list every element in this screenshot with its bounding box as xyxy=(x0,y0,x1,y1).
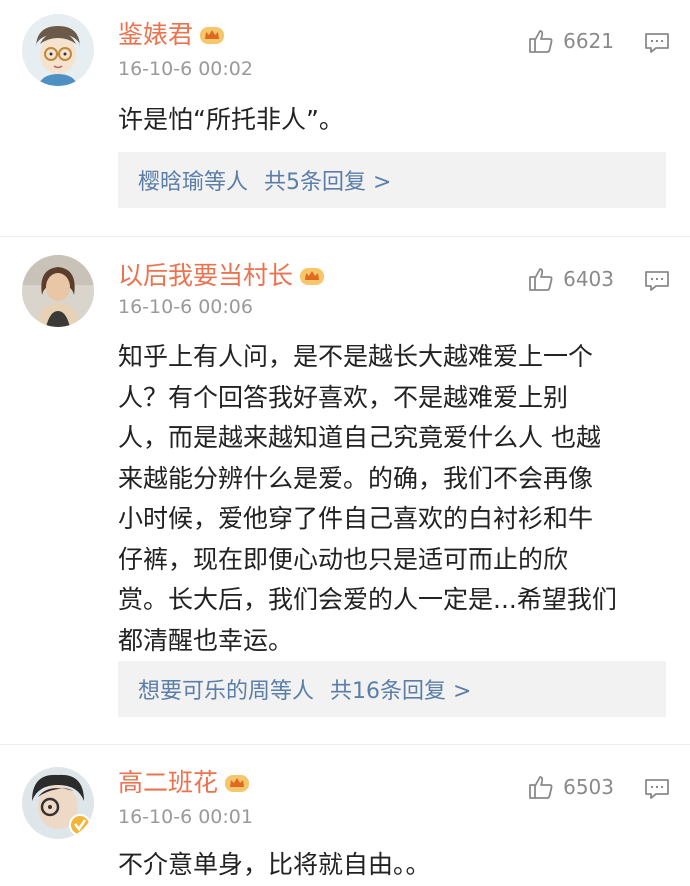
like-button[interactable]: 6403 xyxy=(527,265,614,293)
like-button[interactable]: 6621 xyxy=(527,27,614,55)
comment-text: 不介意单身，比将就自由。。 xyxy=(118,845,670,886)
replies-count: 共5条回复 > xyxy=(264,170,392,195)
comment-text-line: 不介意单身，比将就自由。。 xyxy=(118,850,431,879)
vip-crown-icon xyxy=(225,775,250,792)
username[interactable]: 以后我要当村长 xyxy=(118,261,293,291)
comment-text-line: 赏。长大后，我们会爱的人一定是...希望我们 xyxy=(118,585,617,614)
replies-link[interactable]: 想要可乐的周等人 共16条回复 > xyxy=(118,661,666,717)
thumbs-up-icon xyxy=(529,776,553,799)
comment-text: 许是怕“所托非人”。 xyxy=(118,100,670,141)
comment-text-line: 许是怕“所托非人”。 xyxy=(118,105,344,134)
avatar[interactable] xyxy=(22,255,94,327)
vip-crown-icon xyxy=(300,268,325,285)
replies-users: 想要可乐的周等人 xyxy=(138,679,315,704)
comment-text: 知乎上有人问，是不是越长大越难爱上一个 人？有个回答我好喜欢，不是越难爱上别 人… xyxy=(118,337,670,661)
comment-time: 16-10-6 00:06 xyxy=(118,296,253,318)
like-count: 6503 xyxy=(563,775,614,799)
reply-comment-icon[interactable] xyxy=(644,31,670,55)
comment-time: 16-10-6 00:01 xyxy=(118,806,253,828)
comment-text-line: 都清醒也幸运。 xyxy=(118,625,294,655)
comment-text-line: 人，而是越来越知道自己究竟爱什么人 也越 xyxy=(118,423,601,452)
girl-photo-avatar-icon xyxy=(22,255,94,327)
replies-count: 共16条回复 > xyxy=(330,679,472,704)
comment-card: 高二班花 16-10-6 00:01 6503 不介意单身，比将就自由。。 xyxy=(0,745,690,879)
vip-crown-icon xyxy=(200,27,225,44)
thumbs-up-icon xyxy=(529,268,553,291)
comment-text-line: 小时候，爱他穿了件自己喜欢的白衬衫和牛 xyxy=(118,504,594,533)
like-count: 6403 xyxy=(563,267,614,291)
comment-text-line: 仔裤，现在即便心动也只是适可而止的欣 xyxy=(118,544,569,574)
username-row: 高二班花 xyxy=(118,768,250,798)
like-button[interactable]: 6503 xyxy=(527,773,614,801)
comment-card: 鉴婊君 16-10-6 00:02 6621 许是怕“所托非人”。 樱晗瑜等人 … xyxy=(0,0,690,237)
like-count: 6621 xyxy=(563,29,614,53)
avatar[interactable] xyxy=(22,767,94,839)
thumbs-up-icon xyxy=(529,30,553,53)
comment-text-line: 来越能分辨什么是爱。的确，我们不会再像 xyxy=(118,463,594,493)
reply-comment-icon[interactable] xyxy=(644,269,670,293)
replies-users: 樱晗瑜等人 xyxy=(138,170,249,195)
comment-text-line: 知乎上有人问，是不是越长大越难爱上一个 xyxy=(118,342,594,371)
cartoon-boy-avatar-icon xyxy=(22,14,94,86)
comment-text-line: 人？有个回答我好喜欢，不是越难爱上别 xyxy=(118,382,569,412)
replies-link[interactable]: 樱晗瑜等人 共5条回复 > xyxy=(118,152,666,208)
boy-photo-avatar-icon xyxy=(22,767,94,839)
comment-time: 16-10-6 00:02 xyxy=(118,58,253,80)
avatar[interactable] xyxy=(22,14,94,86)
username-row: 以后我要当村长 xyxy=(118,261,325,291)
reply-comment-icon[interactable] xyxy=(644,777,670,801)
username[interactable]: 鉴婊君 xyxy=(118,20,193,50)
username-row: 鉴婊君 xyxy=(118,20,225,50)
username[interactable]: 高二班花 xyxy=(118,768,218,798)
comment-card: 以后我要当村长 16-10-6 00:06 6403 知乎上有人问，是不是越长大… xyxy=(0,237,690,745)
